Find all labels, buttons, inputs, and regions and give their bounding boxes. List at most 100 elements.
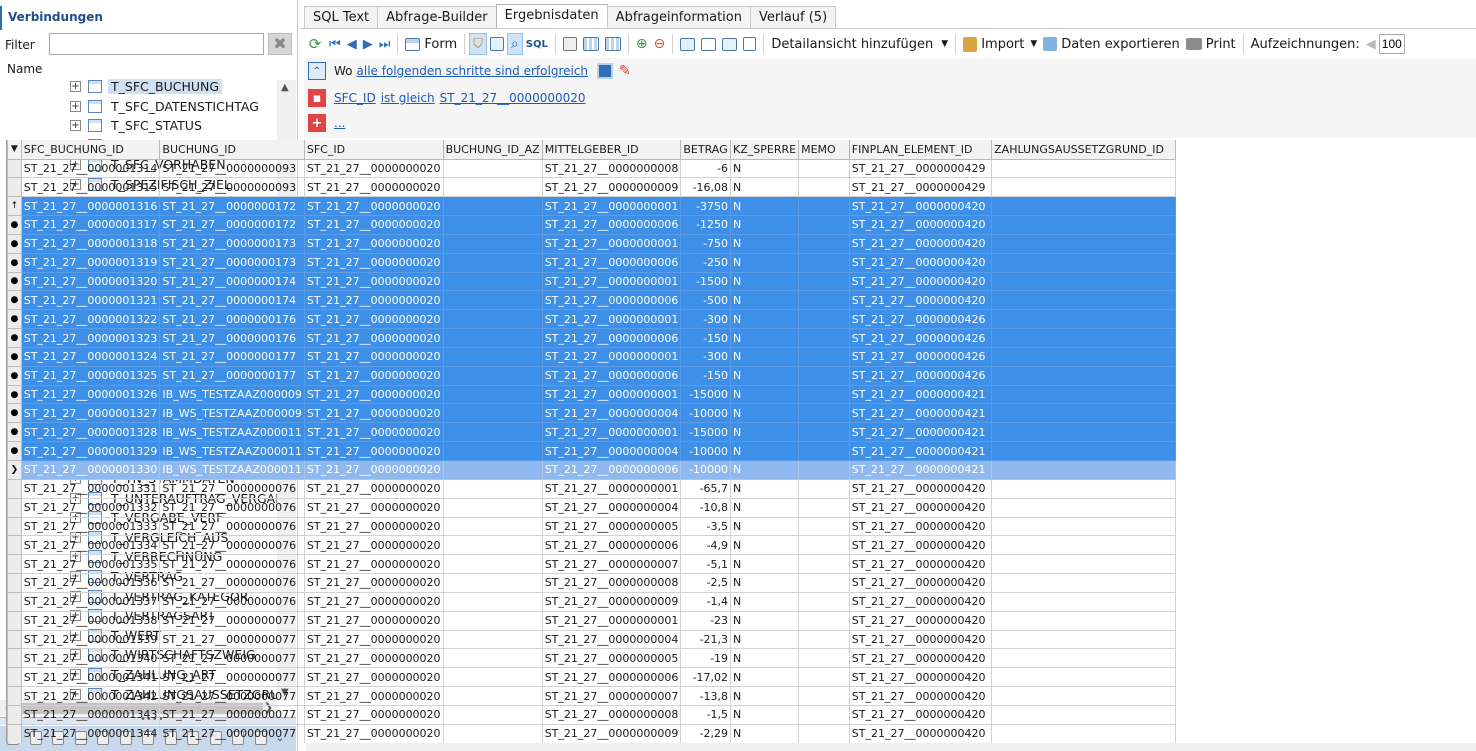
table-cell[interactable]: N: [730, 309, 800, 330]
table-cell[interactable]: [991, 177, 1176, 198]
table-cell[interactable]: [798, 271, 850, 292]
table-cell[interactable]: N: [730, 554, 800, 575]
table-row[interactable]: ST_21_27__0000001338 ST_21_27__0000000077…: [7, 610, 1176, 631]
table-cell[interactable]: ST_21_27__0000000020: [303, 441, 444, 461]
table-cell[interactable]: ST_21_27__0000000173: [159, 252, 305, 273]
table-row[interactable]: ST_21_27__0000001342 ST_21_27__0000000077…: [7, 686, 1176, 706]
table-cell[interactable]: ST_21_27__0000000177: [159, 365, 305, 386]
table-cell[interactable]: ST_21_27__0000001322: [20, 309, 161, 330]
table-cell[interactable]: [991, 365, 1176, 386]
table-cell[interactable]: [798, 403, 850, 424]
table-row[interactable]: ST_21_27__0000001331 ST_21_27__0000000076…: [7, 478, 1176, 499]
table-cell[interactable]: ST_21_27__0000000001: [541, 309, 682, 330]
table-cell[interactable]: N: [730, 591, 800, 612]
table-cell[interactable]: ST_21_27__0000000008: [541, 158, 682, 179]
table-cell[interactable]: ST_21_27__0000000176: [159, 309, 305, 330]
table-cell[interactable]: ST_21_27__0000000004: [541, 441, 682, 461]
table-cell[interactable]: ST_21_27__0000000421: [848, 460, 993, 480]
table-cell[interactable]: [991, 384, 1176, 405]
table-cell[interactable]: ST_21_27__0000001344: [20, 723, 161, 743]
table-cell[interactable]: [798, 704, 850, 725]
zoom-in-button[interactable]: ⊕: [633, 33, 651, 55]
table-cell[interactable]: ST_21_27__0000001321: [20, 290, 161, 311]
table-cell[interactable]: ST_21_27__0000000020: [303, 610, 444, 631]
expand-icon[interactable]: +: [70, 120, 81, 132]
table-row[interactable]: ● ST_21_27__0000001321 ST_21_27__000000017…: [7, 290, 1176, 311]
table-cell[interactable]: ST_21_27__0000000006: [541, 290, 682, 311]
row-indicator[interactable]: [7, 573, 22, 593]
table-cell[interactable]: N: [730, 177, 800, 198]
table-cell[interactable]: -10,8: [680, 497, 732, 518]
table-cell[interactable]: ST_21_27__0000001325: [20, 365, 161, 386]
table-cell[interactable]: ST_21_27__0000000020: [303, 422, 444, 443]
table-cell[interactable]: ST_21_27__0000000006: [541, 252, 682, 273]
table-cell[interactable]: [442, 346, 543, 367]
table-row[interactable]: ST_21_27__0000001340 ST_21_27__0000000077…: [7, 648, 1176, 669]
table-cell[interactable]: [442, 422, 543, 443]
table-cell[interactable]: [442, 252, 543, 273]
table-cell[interactable]: ST_21_27__0000000007: [541, 686, 682, 706]
row-indicator[interactable]: ●: [7, 384, 22, 405]
table-cell[interactable]: [442, 384, 543, 405]
table-cell[interactable]: ST_21_27__0000000093: [159, 177, 305, 198]
table-cell[interactable]: ST_21_27__0000000020: [303, 535, 444, 556]
table-cell[interactable]: -300: [680, 346, 732, 367]
table-cell[interactable]: ST_21_27__0000000076: [159, 535, 305, 556]
table-cell[interactable]: -19: [680, 648, 732, 669]
table-cell[interactable]: -1500: [680, 271, 732, 292]
table-cell[interactable]: ST_21_27__0000001316: [20, 196, 161, 217]
table-cell[interactable]: ST_21_27__0000000076: [159, 573, 305, 593]
table-cell[interactable]: ST_21_27__0000001326: [20, 384, 161, 405]
table-cell[interactable]: N: [730, 648, 800, 669]
table-cell[interactable]: [991, 648, 1176, 669]
import-button[interactable]: Import ▼: [960, 33, 1040, 55]
table-row[interactable]: ST_21_27__0000001339 ST_21_27__0000000077…: [7, 629, 1176, 650]
table-cell[interactable]: ST_21_27__0000001339: [20, 629, 161, 650]
table-cell[interactable]: -17,02: [680, 667, 732, 688]
table-cell[interactable]: ST_21_27__0000000420: [848, 478, 993, 499]
table-cell[interactable]: N: [730, 704, 800, 725]
table-cell[interactable]: ST_21_27__0000000006: [541, 215, 682, 235]
table-cell[interactable]: ST_21_27__0000000076: [159, 516, 305, 537]
grid-button-1[interactable]: [580, 33, 602, 55]
table-cell[interactable]: ST_21_27__0000000008: [541, 573, 682, 593]
prev-record-button[interactable]: ◀: [344, 33, 360, 55]
table-cell[interactable]: -3,5: [680, 516, 732, 537]
table-cell[interactable]: ST_21_27__0000000420: [848, 648, 993, 669]
table-cell[interactable]: ST_21_27__0000000076: [159, 591, 305, 612]
table-cell[interactable]: N: [730, 290, 800, 311]
row-indicator[interactable]: [7, 704, 22, 725]
table-cell[interactable]: [991, 704, 1176, 725]
table-cell[interactable]: ST_21_27__0000000420: [848, 591, 993, 612]
table-cell[interactable]: ST_21_27__0000000005: [541, 648, 682, 669]
table-cell[interactable]: N: [730, 422, 800, 443]
table-cell[interactable]: ST_21_27__0000000426: [848, 309, 993, 330]
table-cell[interactable]: ST_21_27__0000001336: [20, 573, 161, 593]
save-filter-icon[interactable]: [597, 63, 614, 79]
table-cell[interactable]: -10000: [680, 403, 732, 424]
column-header[interactable]: SFC_ID: [303, 140, 444, 160]
table-cell[interactable]: IB_WS_TESTZAAZ000011: [159, 441, 305, 461]
table-cell[interactable]: [442, 158, 543, 179]
table-cell[interactable]: ST_21_27__0000000426: [848, 365, 993, 386]
table-cell[interactable]: [991, 591, 1176, 612]
table-cell[interactable]: [798, 290, 850, 311]
table-cell[interactable]: -10000: [680, 460, 732, 480]
table-cell[interactable]: ST_21_27__0000000426: [848, 328, 993, 348]
row-indicator[interactable]: [7, 478, 22, 499]
table-cell[interactable]: N: [730, 686, 800, 706]
table-row[interactable]: ST_21_27__0000001334 ST_21_27__0000000076…: [7, 535, 1176, 556]
row-indicator[interactable]: ↑: [7, 196, 22, 217]
table-cell[interactable]: [442, 516, 543, 537]
table-cell[interactable]: [442, 573, 543, 593]
row-indicator[interactable]: ●: [7, 403, 22, 424]
table-cell[interactable]: ST_21_27__0000000076: [159, 554, 305, 575]
table-cell[interactable]: [442, 215, 543, 235]
table-cell[interactable]: [991, 516, 1176, 537]
table-cell[interactable]: [442, 629, 543, 650]
table-cell[interactable]: ST_21_27__0000000429: [848, 177, 993, 198]
table-cell[interactable]: [442, 591, 543, 612]
table-cell[interactable]: ST_21_27__0000000420: [848, 233, 993, 254]
table-row[interactable]: ● ST_21_27__0000001327 IB_WS_TESTZAAZ00000…: [7, 403, 1176, 424]
table-cell[interactable]: ST_21_27__0000000001: [541, 233, 682, 254]
